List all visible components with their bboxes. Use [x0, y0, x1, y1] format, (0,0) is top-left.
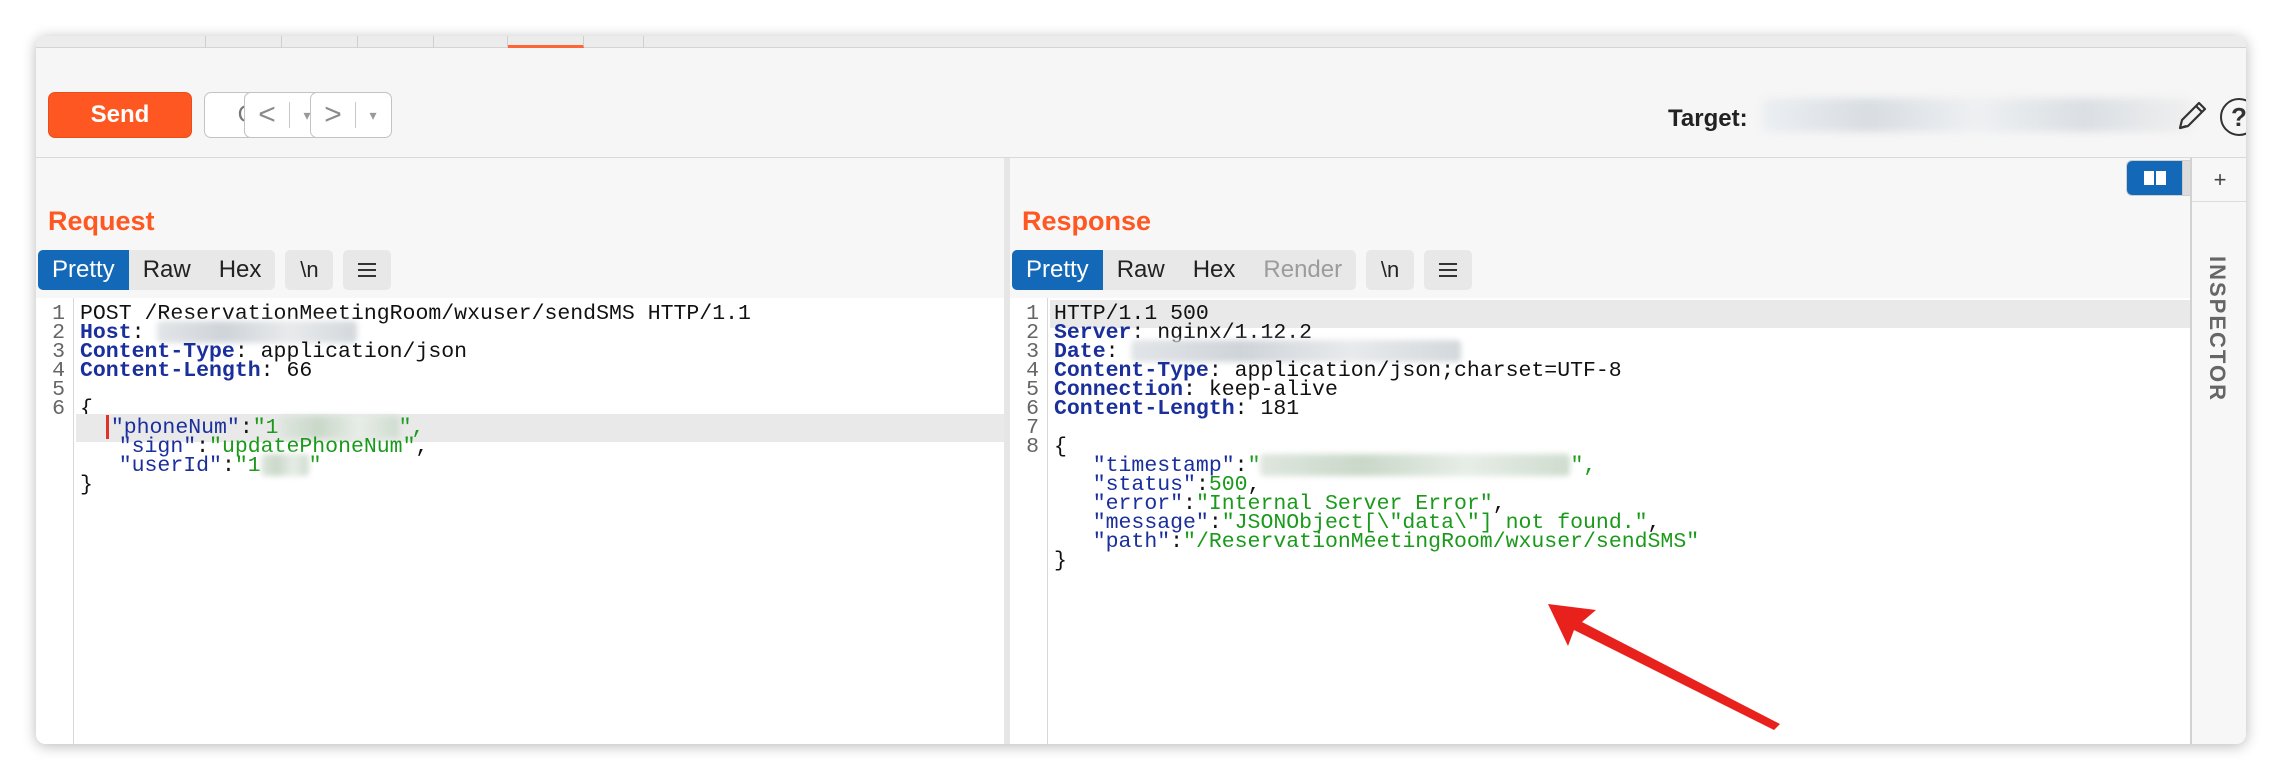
request-format-tabs: Pretty Raw Hex \n: [38, 250, 392, 290]
send-button[interactable]: Send: [48, 92, 192, 138]
repeater-tab-active[interactable]: [508, 36, 584, 48]
repeater-tab-strip: [36, 36, 2246, 48]
body-close-brace: }: [1054, 549, 1067, 573]
tab-render[interactable]: Render: [1249, 250, 1357, 290]
chevron-right-icon: >: [324, 98, 342, 131]
chevron-down-icon[interactable]: ▾: [356, 107, 390, 124]
inspector-panel[interactable]: + INSPECTOR: [2190, 158, 2246, 744]
response-title: Response: [1022, 206, 1152, 236]
repeater-tab[interactable]: [434, 36, 508, 48]
request-title: Request: [48, 206, 155, 236]
help-icon[interactable]: ?: [2220, 98, 2246, 136]
chevron-left-icon: <: [258, 98, 276, 131]
repeater-tab[interactable]: [282, 36, 358, 48]
inspector-toggle[interactable]: +: [2192, 158, 2246, 202]
target-host-redacted[interactable]: [1762, 98, 2192, 132]
newline-toggle[interactable]: \n: [285, 250, 334, 290]
header-content-length: Content-Length: 181: [1054, 397, 1300, 421]
newline-toggle[interactable]: \n: [1366, 250, 1415, 290]
body-close-brace: }: [80, 473, 93, 497]
inspector-label: INSPECTOR: [2205, 256, 2230, 402]
request-pane: Request Pretty Raw Hex \n 1 2 3 4 5 6 PO…: [36, 158, 1004, 744]
tab-pretty[interactable]: Pretty: [38, 250, 129, 290]
tab-raw[interactable]: Raw: [1102, 250, 1179, 290]
response-pane: Response Pretty Raw Hex Render \n 1 2 3 …: [1010, 158, 2246, 744]
response-format-tabs: Pretty Raw Hex Render \n: [1012, 250, 1473, 290]
tab-hex[interactable]: Hex: [204, 250, 276, 290]
tab-pretty[interactable]: Pretty: [1012, 250, 1103, 290]
repeater-tab[interactable]: [358, 36, 434, 48]
forward-history-button[interactable]: > ▾: [310, 92, 392, 138]
repeater-tab[interactable]: [584, 36, 644, 48]
header-content-length: Content-Length: 66: [80, 359, 313, 383]
repeater-tab[interactable]: [126, 36, 206, 48]
tab-hex[interactable]: Hex: [1178, 250, 1250, 290]
target-label: Target:: [1668, 105, 1748, 132]
burp-repeater-window: Send Cancel < ▾ > ▾ Target: ? Request Pr…: [36, 36, 2246, 744]
pencil-icon[interactable]: [2172, 96, 2212, 136]
split-view-icon[interactable]: [2127, 161, 2183, 195]
response-editor[interactable]: 1 2 3 4 5 6 7 8 HTTP/1.1 500 Server: ngi…: [1010, 298, 2190, 744]
line-number-gutter: 1 2 3 4 5 6 7 8: [1010, 298, 1048, 744]
line-number-gutter: 1 2 3 4 5 6: [36, 298, 74, 744]
line-number: 6: [52, 397, 65, 421]
request-editor[interactable]: 1 2 3 4 5 6 POST /ReservationMeetingRoom…: [36, 298, 1004, 744]
repeater-tab[interactable]: [206, 36, 282, 48]
tab-raw[interactable]: Raw: [128, 250, 205, 290]
hamburger-menu-icon[interactable]: [343, 250, 392, 290]
toolbar: Send Cancel < ▾ > ▾ Target: ?: [36, 48, 2246, 158]
hamburger-menu-icon[interactable]: [1424, 250, 1473, 290]
line-number: 8: [1026, 435, 1039, 459]
